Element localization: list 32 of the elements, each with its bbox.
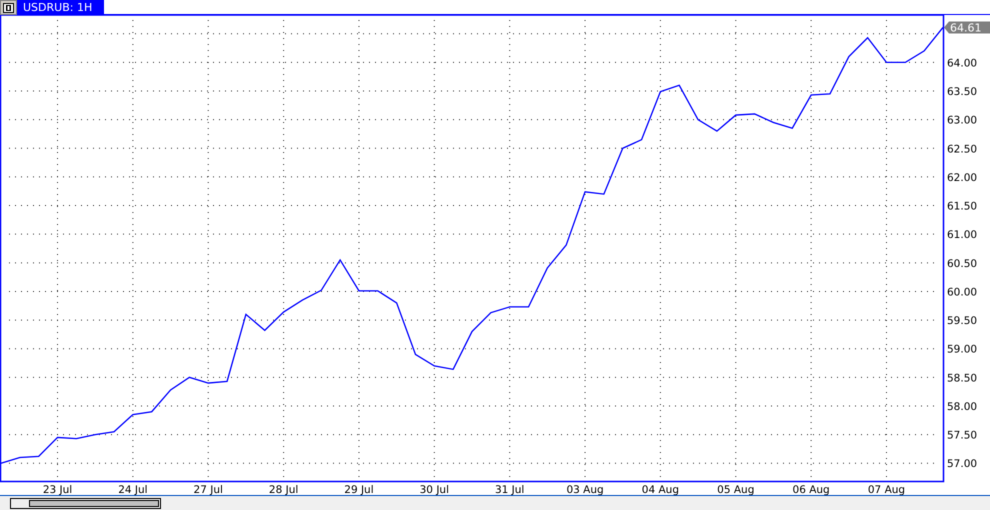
axis-label: 61.00 — [947, 229, 978, 242]
axis-label: 04 Aug — [642, 484, 679, 495]
scroll-thumb[interactable] — [29, 500, 159, 506]
axis-label: 31 Jul — [495, 484, 524, 495]
axis-label: 29 Jul — [344, 484, 374, 495]
axis-label: 58.50 — [947, 372, 978, 384]
axis-label: 64.00 — [947, 57, 978, 70]
axis-label: 03 Aug — [566, 484, 604, 495]
axis-label: 60.00 — [947, 286, 978, 298]
chart-tab[interactable]: USDRUB: 1H — [17, 0, 104, 15]
axis-label: 59.00 — [947, 344, 978, 356]
axis-label: 61.50 — [947, 200, 978, 213]
axis-label: 24 Jul — [118, 484, 148, 495]
axis-label: 62.00 — [947, 172, 978, 184]
axis-label: 30 Jul — [420, 484, 449, 495]
chart-window-icon[interactable] — [0, 0, 17, 15]
axis-label: 07 Aug — [868, 484, 906, 495]
axis-label: 27 Jul — [194, 484, 223, 495]
axis-label: 60.50 — [947, 258, 978, 270]
axis-label: 59.50 — [947, 315, 978, 328]
price-badge: 64.61 — [944, 21, 990, 34]
axis-label: 57.50 — [947, 430, 978, 442]
axis-label: 06 Aug — [792, 484, 830, 495]
axis-label: 58.00 — [947, 400, 978, 413]
axis-label: 28 Jul — [268, 484, 298, 495]
axis-label: 57.00 — [947, 458, 978, 470]
axis-label: 63.00 — [947, 114, 978, 127]
axis-label: 63.50 — [947, 86, 978, 98]
scrollbar[interactable] — [10, 498, 161, 508]
axis-label: 62.50 — [947, 143, 978, 156]
axis-label: 05 Aug — [717, 484, 754, 495]
axis-label: 23 Jul — [42, 484, 72, 495]
